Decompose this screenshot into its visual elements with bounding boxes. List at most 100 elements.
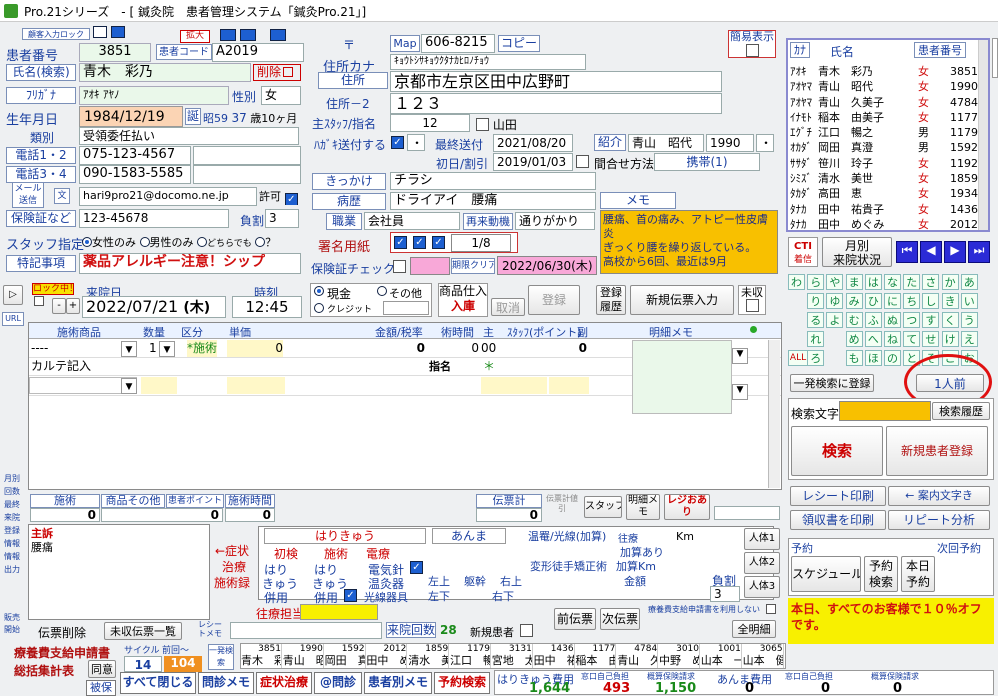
furigana-field[interactable]: ｱｵｷ ｱﾔﾉ — [79, 86, 229, 105]
body2-button[interactable]: 人体2 — [744, 552, 780, 574]
simple-view-box[interactable]: 簡易表示 — [728, 30, 776, 58]
notes-field[interactable]: 薬品アレルギー注意！シップ — [79, 253, 301, 274]
list-scrollbar[interactable] — [978, 40, 988, 230]
kana-key[interactable]: り — [807, 293, 825, 309]
expiry-date-field[interactable]: 2022/06/30(木) — [497, 256, 597, 275]
first-field[interactable]: 2019/01/03 — [493, 153, 573, 171]
receipt-memo-field[interactable] — [230, 622, 382, 639]
patient-list[interactable]: ｶﾅ 氏名 患者番号 ｱｵｷ 青木 彩乃女 3851 ｱｵﾔﾏ 青山 昭代女 1990 ｱｵ… — [786, 38, 990, 232]
kana-key[interactable]: は — [864, 274, 882, 290]
new-patient-button[interactable]: 新規患者登録 — [886, 426, 988, 476]
kana-key[interactable]: ふ — [864, 312, 882, 328]
kana-key[interactable]: さ — [922, 274, 940, 290]
kana-key[interactable]: す — [922, 312, 940, 328]
addr-kana-field[interactable]: ｷｮｳﾄｼｻｷｮｳｸﾀﾅｶﾋﾛﾉﾁｮｳ — [390, 54, 586, 70]
receipt-print-button[interactable]: レシート印刷 — [790, 486, 886, 506]
staff-radio-group[interactable]: 女性のみ 男性のみ どちらでも ？ — [82, 234, 302, 250]
memo-col-dd1[interactable]: ▼ — [732, 348, 748, 364]
lock-checkbox[interactable] — [34, 296, 44, 306]
quick-search-row[interactable]: 3851青木 彩乃1990青山 昭代1592岡田 真澄2012田中 めぐみ185… — [240, 643, 786, 669]
hk-combo-check[interactable]: ✓ — [344, 589, 357, 602]
memo-col[interactable] — [632, 340, 732, 414]
unpaid-list-button[interactable]: 未収伝票一覧 — [104, 622, 182, 640]
patient-list-row[interactable]: ﾀﾅｶ 田中 めぐみ 女 2012 — [790, 217, 986, 230]
job-field[interactable]: 会社員 — [364, 212, 460, 230]
kana-key[interactable]: う — [960, 312, 978, 328]
kana-key[interactable]: や — [826, 274, 844, 290]
side-reg[interactable]: 登録 — [1, 524, 23, 537]
addr-field[interactable]: 京都市左京区田中広野町 — [390, 71, 722, 92]
quick-patient[interactable]: 4784青山 久美子 — [617, 644, 659, 668]
kana-key[interactable]: つ — [903, 312, 921, 328]
quick-patient[interactable]: 1179江口 暢之 — [450, 644, 491, 668]
quick-patient[interactable]: 3851青木 彩乃 — [241, 644, 282, 668]
kana-key[interactable]: え — [960, 331, 978, 347]
kana-key[interactable]: む — [845, 312, 863, 328]
quick-patient[interactable]: 2012田中 めぐみ — [366, 644, 408, 668]
patient-list-row[interactable]: ﾀﾅｶ 田中 祐貴子 女 1436 — [790, 202, 986, 217]
staff-select-bottom[interactable] — [300, 604, 378, 620]
visit-date-field[interactable]: 2022/07/21 (木) — [82, 296, 226, 318]
kana-key[interactable]: し — [922, 293, 940, 309]
tel4-field[interactable] — [193, 165, 301, 184]
kana-key[interactable]: ほ — [864, 350, 882, 366]
new-patient-check[interactable] — [520, 624, 533, 637]
detail-memo-button[interactable]: 明細メモ — [626, 494, 660, 520]
quick-patient[interactable]: 1001山本 一郎 — [701, 644, 742, 668]
side-play-button[interactable]: ▷ — [3, 285, 23, 305]
insurance-check-field[interactable] — [410, 257, 450, 275]
patient-list-row[interactable]: ｱｵﾔﾏ 青山 久美子 女 4784 — [790, 95, 986, 110]
history-field[interactable]: ドライアイ 腰痛 — [390, 192, 596, 210]
toggle-icons[interactable] — [220, 29, 300, 43]
agree-button[interactable]: 同意 — [88, 660, 116, 678]
visit-date-plus[interactable]: + — [66, 298, 80, 314]
stock-button[interactable]: 商品仕入 入庫 — [438, 283, 488, 317]
kana-key[interactable]: め — [845, 331, 863, 347]
quick-patient[interactable]: 3065 山本 健 — [743, 644, 784, 668]
addr2-field[interactable]: １２３ — [390, 93, 722, 114]
monthly-visit-button[interactable]: 月別 来院状況 — [822, 237, 892, 267]
quick-patient[interactable]: 1436田中 祐貴子 — [534, 644, 575, 668]
postal-field[interactable]: 606-8215 — [421, 34, 495, 53]
memo-col-dd2[interactable]: ▼ — [732, 384, 748, 400]
patient-list-row[interactable]: ｴｸﾞﾁ 江口 暢之 男 1179 — [790, 125, 986, 140]
mail-send-button[interactable]: メール送信 — [12, 182, 44, 208]
quick-patient[interactable]: 3131宮地 太郎 — [492, 644, 533, 668]
birthday-button[interactable]: 誕 — [185, 108, 201, 125]
kana-key[interactable]: ぬ — [884, 312, 901, 328]
symptom-button[interactable]: 症状治療 — [256, 672, 312, 694]
copy-button[interactable]: コピー — [498, 35, 540, 52]
patient-list-row[interactable]: ｱｵﾔﾏ 青山 昭代 女 1990 — [790, 79, 986, 94]
kana-key[interactable]: み — [845, 293, 863, 309]
monshin-memo-button[interactable]: 問診メモ — [198, 672, 254, 694]
appt-search-button[interactable]: 予約検索 — [864, 556, 898, 592]
prev-record-button[interactable]: ◀ — [920, 241, 942, 263]
revisit-select[interactable]: 通りがかり — [515, 212, 595, 230]
kana-key[interactable]: ち — [903, 293, 921, 309]
category-select[interactable]: 受領委任払い — [79, 127, 299, 145]
first-record-button[interactable]: ⏮ — [896, 241, 918, 263]
close-all-button[interactable]: すべて閉じる — [120, 672, 196, 694]
hk-electric-check[interactable]: ✓ — [410, 561, 423, 574]
search-button[interactable]: 検索 — [791, 426, 883, 476]
patient-list-row[interactable]: ﾀｶﾀﾞ 高田 恵 女 1934 — [790, 186, 986, 201]
body3-button[interactable]: 人体3 — [744, 576, 780, 598]
patient-list-row[interactable]: ｱｵｷ 青木 彩乃 女 3851 — [790, 64, 986, 79]
kana-key[interactable]: へ — [864, 331, 882, 347]
request-label-1[interactable]: 療養費支給申請書 — [14, 644, 110, 661]
kana-key[interactable]: か — [941, 274, 959, 290]
kana-key[interactable]: く — [941, 312, 959, 328]
kana-key[interactable]: る — [807, 312, 825, 328]
side-last[interactable]: 最終 — [1, 498, 23, 511]
invoice-print-button[interactable]: 領収書を印刷 — [790, 510, 886, 530]
side-info[interactable]: 情報 — [1, 537, 23, 550]
kana-key[interactable]: に — [884, 293, 901, 309]
cti-button[interactable]: CTI 着信 — [788, 237, 818, 267]
kana-key[interactable]: ALL — [788, 350, 808, 366]
register-pay-button[interactable]: レジおあり — [664, 494, 710, 520]
all-detail-button[interactable]: 全明細 — [732, 620, 776, 638]
prev-slip-button[interactable]: 前伝票 — [554, 608, 596, 630]
patient-list-row[interactable]: ｼﾐｽﾞ 清水 美世 女 1859 — [790, 171, 986, 186]
delete-checkbox[interactable]: 削除 — [253, 64, 301, 81]
quick-patient[interactable]: 1177稲本 由美子 — [575, 644, 617, 668]
